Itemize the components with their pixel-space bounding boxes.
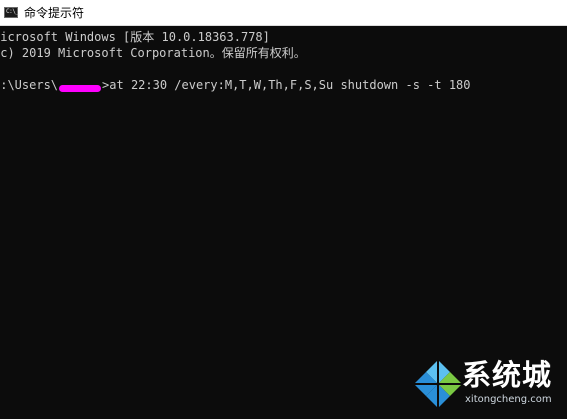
command-line: C:\Users\ >at 22:30 /every:M,T,W,Th,F,S,S…	[0, 77, 471, 93]
prompt-path: C:\Users\	[0, 78, 59, 92]
watermark-brand: 系统城	[462, 358, 553, 392]
console-line-copyright: (c) 2019 Microsoft Corporation。保留所有权利。	[0, 46, 306, 60]
prompt-symbol: >	[102, 78, 110, 92]
console-line-version: Microsoft Windows [版本 10.0.18363.778]	[0, 30, 270, 44]
watermark-logo-icon	[414, 360, 462, 408]
cmd-icon: C:\_	[4, 7, 19, 18]
command-text: at 22:30 /every:M,T,W,Th,F,S,Su shutdown…	[109, 78, 471, 92]
watermark: 系统城 xitongcheng.com	[412, 356, 562, 411]
redacted-username	[59, 84, 102, 92]
title-bar[interactable]: C:\_ 命令提示符	[0, 0, 567, 26]
window-title: 命令提示符	[24, 6, 85, 20]
watermark-url: xitongcheng.com	[465, 394, 552, 405]
